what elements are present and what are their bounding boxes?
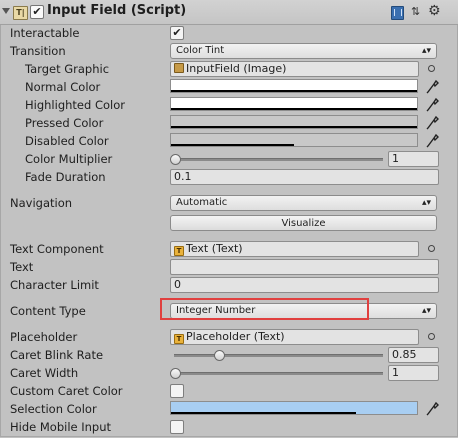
label-disabled-color: Disabled Color (25, 134, 109, 148)
row-caret-blink-rate: Caret Blink Rate 0.85 (0, 346, 458, 364)
disabled-color-swatch[interactable] (170, 133, 418, 147)
navigation-value: Automatic (176, 197, 228, 208)
row-fade-duration: Fade Duration 0.1 (0, 168, 458, 186)
color-multiplier-slider-track[interactable] (174, 158, 383, 161)
label-highlighted-color: Highlighted Color (25, 98, 125, 112)
row-highlighted-color: Highlighted Color (0, 96, 458, 114)
hide-mobile-input-checkbox[interactable] (170, 420, 184, 434)
label-placeholder: Placeholder (10, 330, 78, 344)
row-target-graphic: Target Graphic InputField (Image) (0, 60, 458, 78)
object-picker-icon[interactable] (428, 65, 435, 72)
row-text-component: Text Component T Text (Text) (0, 240, 458, 258)
normal-color-swatch[interactable] (170, 79, 418, 93)
row-visualize: Visualize (0, 215, 458, 233)
row-transition: Transition Color Tint ▴▾ (0, 42, 458, 60)
transition-dropdown[interactable]: Color Tint ▴▾ (170, 43, 437, 59)
label-transition: Transition (10, 44, 66, 58)
label-character-limit: Character Limit (10, 278, 99, 292)
component-title: Input Field (Script) (47, 3, 187, 18)
target-graphic-field[interactable]: InputField (Image) (170, 61, 419, 77)
label-navigation: Navigation (10, 196, 73, 210)
eyedropper-icon[interactable] (425, 114, 439, 130)
character-limit-field[interactable]: 0 (170, 277, 439, 293)
placeholder-value: Placeholder (Text) (186, 330, 285, 343)
row-selection-color: Selection Color (0, 400, 458, 418)
alpha-bar (171, 126, 417, 128)
object-picker-icon[interactable] (428, 245, 435, 252)
gear-icon[interactable]: ⚙ (428, 3, 441, 19)
text-field[interactable] (170, 259, 439, 275)
dropdown-arrows-icon: ▴▾ (421, 46, 431, 56)
alpha-bar (171, 90, 417, 92)
navigation-dropdown[interactable]: Automatic ▴▾ (170, 195, 437, 211)
selection-color-swatch[interactable] (170, 401, 418, 415)
row-hide-mobile-input: Hide Mobile Input (0, 418, 458, 436)
label-hide-mobile-input: Hide Mobile Input (10, 420, 112, 434)
row-placeholder: Placeholder T Placeholder (Text) (0, 328, 458, 346)
object-picker-icon[interactable] (428, 333, 435, 340)
foldout-arrow-icon[interactable] (2, 8, 10, 14)
label-pressed-color: Pressed Color (25, 116, 104, 130)
color-multiplier-slider-thumb[interactable] (170, 154, 181, 165)
alpha-bar (171, 412, 356, 414)
help-book-icon[interactable] (391, 6, 404, 20)
target-graphic-value: InputField (Image) (186, 62, 287, 75)
image-icon (174, 63, 184, 73)
eyedropper-icon[interactable] (425, 400, 439, 416)
label-text-component: Text Component (10, 242, 104, 256)
row-normal-color: Normal Color (0, 78, 458, 96)
caret-width-slider-thumb[interactable] (170, 368, 181, 379)
row-caret-width: Caret Width 1 (0, 364, 458, 382)
row-color-multiplier: Color Multiplier 1 (0, 150, 458, 168)
row-character-limit: Character Limit 0 (0, 276, 458, 294)
row-pressed-color: Pressed Color (0, 114, 458, 132)
pressed-color-swatch[interactable] (170, 115, 418, 129)
label-normal-color: Normal Color (25, 80, 101, 94)
placeholder-field[interactable]: T Placeholder (Text) (170, 329, 419, 345)
label-custom-caret-color: Custom Caret Color (10, 384, 123, 398)
label-caret-blink-rate: Caret Blink Rate (10, 348, 104, 362)
highlighted-color-swatch[interactable] (170, 97, 418, 111)
row-disabled-color: Disabled Color (0, 132, 458, 150)
dropdown-arrows-icon: ▴▾ (421, 198, 431, 208)
label-text: Text (10, 260, 34, 274)
label-selection-color: Selection Color (10, 402, 97, 416)
caret-blink-rate-slider-track[interactable] (174, 354, 383, 357)
row-custom-caret-color: Custom Caret Color (0, 382, 458, 400)
text-component-value: Text (Text) (186, 242, 243, 255)
dropdown-arrows-icon: ▴▾ (421, 306, 431, 316)
caret-blink-rate-value-field[interactable]: 0.85 (388, 347, 439, 363)
label-fade-duration: Fade Duration (25, 170, 106, 184)
caret-width-value-field[interactable]: 1 (388, 365, 439, 381)
alpha-bar (171, 108, 417, 110)
label-interactable: Interactable (10, 26, 80, 40)
row-interactable: Interactable ✔ (0, 24, 458, 42)
content-type-highlight-box (160, 298, 369, 320)
label-color-multiplier: Color Multiplier (25, 152, 113, 166)
fade-duration-field[interactable]: 0.1 (170, 169, 439, 185)
visualize-button[interactable]: Visualize (170, 215, 437, 231)
eyedropper-icon[interactable] (425, 78, 439, 94)
alpha-bar (171, 144, 294, 146)
row-navigation: Navigation Automatic ▴▾ (0, 194, 458, 212)
transition-value: Color Tint (176, 45, 225, 56)
label-target-graphic: Target Graphic (25, 62, 110, 76)
text-icon: T (174, 246, 184, 256)
custom-caret-color-checkbox[interactable] (170, 384, 184, 398)
presets-icon[interactable]: ⇅ (411, 6, 423, 18)
text-component-field[interactable]: T Text (Text) (170, 241, 419, 257)
caret-width-slider-track[interactable] (174, 372, 383, 375)
label-caret-width: Caret Width (10, 366, 79, 380)
eyedropper-icon[interactable] (425, 96, 439, 112)
caret-blink-rate-slider-thumb[interactable] (214, 350, 226, 361)
text-icon: T (174, 334, 184, 344)
interactable-checkbox[interactable]: ✔ (170, 26, 184, 40)
component-enabled-checkbox[interactable]: ✔ (30, 5, 44, 19)
color-multiplier-value-field[interactable]: 1 (388, 151, 439, 167)
component-icon: T| (13, 6, 28, 20)
eyedropper-icon[interactable] (425, 132, 439, 148)
component-header[interactable]: T| ✔ Input Field (Script) ⇅ ⚙ (0, 0, 458, 25)
label-content-type: Content Type (10, 304, 86, 318)
row-text: Text (0, 258, 458, 276)
